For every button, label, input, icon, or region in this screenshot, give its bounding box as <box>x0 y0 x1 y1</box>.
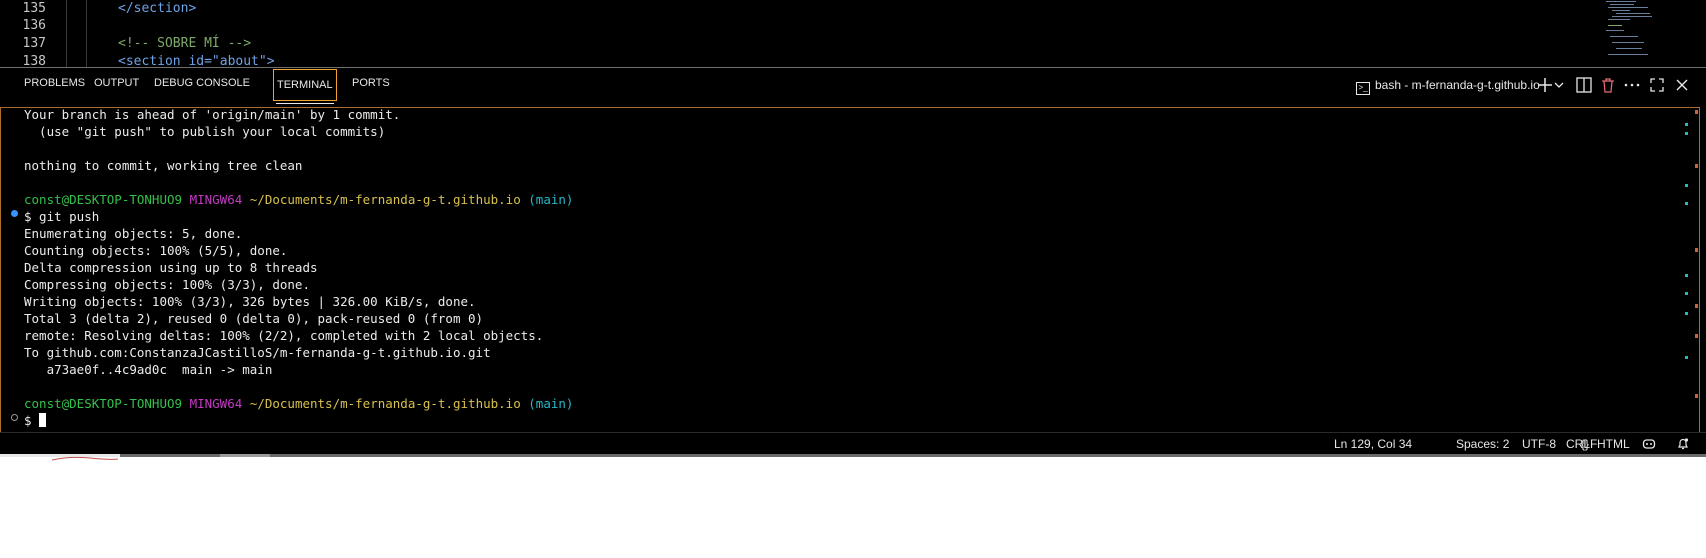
text-cursor <box>39 413 47 427</box>
tab-problems[interactable]: PROBLEMS <box>22 68 87 98</box>
underlying-window <box>0 454 1706 558</box>
status-bar: Ln 129, Col 34 Spaces: 2 UTF-8 CRLF {} H… <box>0 432 1706 455</box>
prompt-shell: MINGW64 <box>189 396 243 411</box>
copilot-icon[interactable] <box>1642 437 1656 451</box>
terminal-prompt: const@DESKTOP-TONHUO9 MINGW64 ~/Document… <box>24 395 573 412</box>
prompt-path: ~/Documents/m-fernanda-g-t.github.io <box>249 396 521 411</box>
strip-segment <box>270 454 1706 457</box>
chevron-down-icon[interactable] <box>1552 74 1566 96</box>
braces-icon: {} <box>1581 437 1590 451</box>
prompt-branch: (main) <box>528 396 574 411</box>
prompt-shell: MINGW64 <box>189 192 243 207</box>
status-language-label[interactable]: HTML <box>1597 433 1630 455</box>
status-indentation[interactable]: Spaces: 2 <box>1456 433 1509 455</box>
status-encoding[interactable]: UTF-8 <box>1522 433 1556 455</box>
split-terminal-icon[interactable] <box>1573 74 1595 96</box>
editor-line[interactable]: 137 <!-- SOBRE MÍ --> <box>0 34 1600 53</box>
editor-line[interactable]: 138 <section id="about"> <box>0 52 1600 67</box>
command-decoration-icon[interactable] <box>11 414 18 421</box>
terminal-output[interactable]: Your branch is ahead of 'origin/main' by… <box>0 107 1700 434</box>
terminal-line: Enumerating objects: 5, done. <box>24 226 243 241</box>
terminal-line: a73ae0f..4c9ad0c main -> main <box>24 362 273 377</box>
terminal-selector[interactable]: >_ bash - m-fernanda-g-t.github.io <box>1356 68 1540 102</box>
more-actions-icon[interactable] <box>1621 74 1643 96</box>
terminal-line: (use "git push" to publish your local co… <box>24 124 386 139</box>
bottom-panel: PROBLEMS OUTPUT DEBUG CONSOLE TERMINAL P… <box>0 67 1706 434</box>
line-number: 136 <box>22 18 46 33</box>
terminal-line: Compressing objects: 100% (3/3), done. <box>24 277 310 292</box>
command-decoration-icon[interactable] <box>11 210 18 217</box>
prompt-branch: (main) <box>528 192 574 207</box>
strip-segment <box>120 454 220 457</box>
strip-segment <box>220 454 270 457</box>
terminal-scrollbar[interactable] <box>1683 108 1699 433</box>
tab-ports[interactable]: PORTS <box>350 68 392 98</box>
status-cursor-position[interactable]: Ln 129, Col 34 <box>1334 433 1412 455</box>
line-number: 137 <box>22 36 46 51</box>
editor-line[interactable]: 136 <box>0 16 1600 35</box>
terminal-line: Writing objects: 100% (3/3), 326 bytes |… <box>24 294 476 309</box>
maximize-panel-icon[interactable] <box>1646 74 1668 96</box>
line-number: 138 <box>22 54 46 67</box>
minimap[interactable] <box>1596 0 1686 67</box>
panel-tab-bar: PROBLEMS OUTPUT DEBUG CONSOLE TERMINAL P… <box>0 68 1706 104</box>
code-text: <section id="about"> <box>118 54 275 67</box>
terminal-prompt: const@DESKTOP-TONHUO9 MINGW64 ~/Document… <box>24 191 573 208</box>
tab-terminal[interactable]: TERMINAL <box>273 69 337 104</box>
terminal-icon: >_ <box>1356 82 1370 95</box>
terminal-line: Your branch is ahead of 'origin/main' by… <box>24 107 401 122</box>
terminal-line: Delta compression using up to 8 threads <box>24 260 318 275</box>
terminal-line: Total 3 (delta 2), reused 0 (delta 0), p… <box>24 311 484 326</box>
terminal-input-line[interactable]: $ <box>24 412 47 429</box>
current-prompt: $ <box>24 413 40 428</box>
code-comment: <!-- SOBRE MÍ --> <box>118 36 252 51</box>
terminal-line: To github.com:ConstanzaJCastilloS/m-fern… <box>24 345 491 360</box>
terminal-line: remote: Resolving deltas: 100% (2/2), co… <box>24 328 544 343</box>
editor-area[interactable]: 135 </section> 136 137 <!-- SOBRE MÍ -->… <box>0 0 1706 67</box>
tab-debug-console[interactable]: DEBUG CONSOLE <box>152 68 252 98</box>
prompt-user: const@DESKTOP-TONHUO9 <box>24 396 183 411</box>
prompt-user: const@DESKTOP-TONHUO9 <box>24 192 183 207</box>
terminal-name: bash - m-fernanda-g-t.github.io <box>1375 78 1540 92</box>
decorative-stroke <box>51 456 119 461</box>
terminal-command: $ git push <box>24 209 100 224</box>
prompt-path: ~/Documents/m-fernanda-g-t.github.io <box>249 192 521 207</box>
trash-icon[interactable] <box>1597 74 1619 96</box>
terminal-line: nothing to commit, working tree clean <box>24 158 303 173</box>
tab-output[interactable]: OUTPUT <box>92 68 141 98</box>
notifications-bell-icon[interactable] <box>1676 437 1690 451</box>
terminal-line: Counting objects: 100% (5/5), done. <box>24 243 288 258</box>
close-icon[interactable] <box>1671 74 1693 96</box>
